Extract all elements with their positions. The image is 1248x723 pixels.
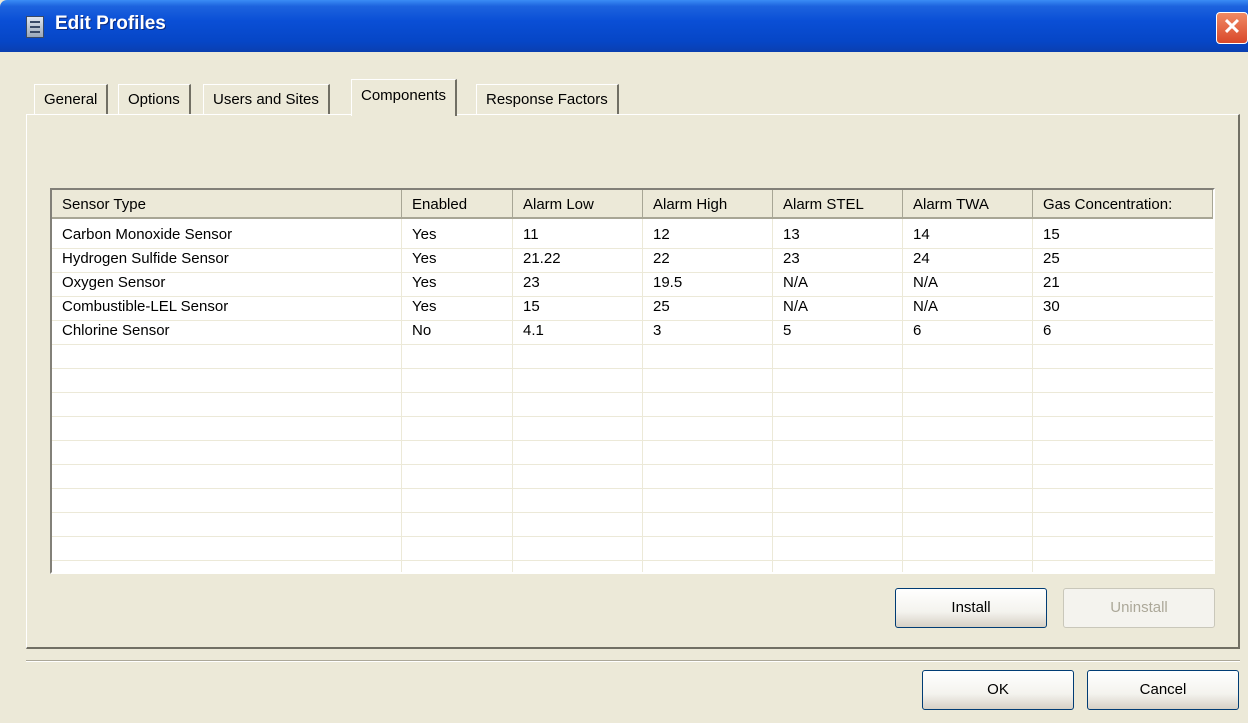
tab-users-and-sites[interactable]: Users and Sites bbox=[203, 84, 330, 114]
cell-alarm-stel: 5 bbox=[783, 322, 792, 339]
header-alarm-stel[interactable]: Alarm STEL bbox=[773, 190, 903, 219]
row-divider bbox=[52, 440, 1213, 441]
cell-enabled: Yes bbox=[412, 226, 437, 243]
ok-button[interactable]: OK bbox=[922, 670, 1074, 710]
uninstall-button: Uninstall bbox=[1063, 588, 1215, 628]
window-title: Edit Profiles bbox=[55, 13, 166, 34]
row-divider bbox=[52, 416, 1213, 417]
row-divider bbox=[52, 392, 1213, 393]
tab-options[interactable]: Options bbox=[118, 84, 191, 114]
row-divider bbox=[52, 344, 1213, 345]
tab-response-factors[interactable]: Response Factors bbox=[476, 84, 619, 114]
row-divider bbox=[52, 464, 1213, 465]
header-enabled[interactable]: Enabled bbox=[402, 190, 513, 219]
cell-alarm-low: 21.22 bbox=[523, 250, 561, 267]
row-divider bbox=[52, 536, 1213, 537]
cell-alarm-low: 4.1 bbox=[523, 322, 544, 339]
cell-gas-concentration: 15 bbox=[1043, 226, 1060, 243]
cell-sensor-type: Oxygen Sensor bbox=[62, 274, 166, 291]
header-gas-concentration[interactable]: Gas Concentration: bbox=[1033, 190, 1213, 219]
cell-gas-concentration: 30 bbox=[1043, 298, 1060, 315]
cell-alarm-stel: 23 bbox=[783, 250, 800, 267]
cell-alarm-twa: N/A bbox=[913, 298, 939, 315]
close-button[interactable]: ✕ bbox=[1216, 12, 1248, 44]
header-alarm-high[interactable]: Alarm High bbox=[643, 190, 773, 219]
cell-gas-concentration: 25 bbox=[1043, 250, 1060, 267]
cell-alarm-twa: 14 bbox=[913, 226, 930, 243]
cell-alarm-high: 3 bbox=[653, 322, 662, 339]
cell-alarm-high: 12 bbox=[653, 226, 670, 243]
cell-enabled: Yes bbox=[412, 274, 437, 291]
cell-alarm-stel: N/A bbox=[783, 298, 809, 315]
sensor-list[interactable]: Sensor Type Enabled Alarm Low Alarm High… bbox=[50, 188, 1215, 574]
list-header: Sensor Type Enabled Alarm Low Alarm High… bbox=[52, 190, 1213, 219]
install-button[interactable]: Install bbox=[895, 588, 1047, 628]
row-divider bbox=[52, 488, 1213, 489]
tab-components[interactable]: Components bbox=[351, 79, 458, 116]
cell-sensor-type: Hydrogen Sulfide Sensor bbox=[62, 250, 229, 267]
cell-enabled: Yes bbox=[412, 298, 437, 315]
app-icon bbox=[26, 16, 44, 38]
cell-alarm-low: 11 bbox=[523, 226, 539, 243]
cell-alarm-twa: N/A bbox=[913, 274, 939, 291]
tab-general[interactable]: General bbox=[34, 84, 109, 114]
cell-enabled: Yes bbox=[412, 250, 437, 267]
cell-alarm-low: 23 bbox=[523, 274, 540, 291]
row-divider bbox=[52, 368, 1213, 369]
cell-gas-concentration: 6 bbox=[1043, 322, 1052, 339]
cell-alarm-low: 15 bbox=[523, 298, 540, 315]
cell-enabled: No bbox=[412, 322, 432, 339]
cell-alarm-twa: 6 bbox=[913, 322, 922, 339]
header-sensor-type[interactable]: Sensor Type bbox=[52, 190, 402, 219]
row-divider bbox=[52, 560, 1213, 561]
cell-sensor-type: Combustible-LEL Sensor bbox=[62, 298, 229, 315]
cell-alarm-high: 25 bbox=[653, 298, 670, 315]
cell-sensor-type: Carbon Monoxide Sensor bbox=[62, 226, 233, 243]
title-bar: Edit Profiles ✕ bbox=[0, 0, 1248, 52]
cell-alarm-stel: 13 bbox=[783, 226, 800, 243]
cell-alarm-high: 22 bbox=[653, 250, 670, 267]
cell-alarm-stel: N/A bbox=[783, 274, 809, 291]
cancel-button[interactable]: Cancel bbox=[1087, 670, 1239, 710]
header-alarm-low[interactable]: Alarm Low bbox=[513, 190, 643, 219]
cell-alarm-high: 19.5 bbox=[653, 274, 683, 291]
cell-alarm-twa: 24 bbox=[913, 250, 930, 267]
header-alarm-twa[interactable]: Alarm TWA bbox=[903, 190, 1033, 219]
footer-separator bbox=[26, 660, 1240, 662]
cell-sensor-type: Chlorine Sensor bbox=[62, 322, 170, 339]
cell-gas-concentration: 21 bbox=[1043, 274, 1060, 291]
row-divider bbox=[52, 512, 1213, 513]
